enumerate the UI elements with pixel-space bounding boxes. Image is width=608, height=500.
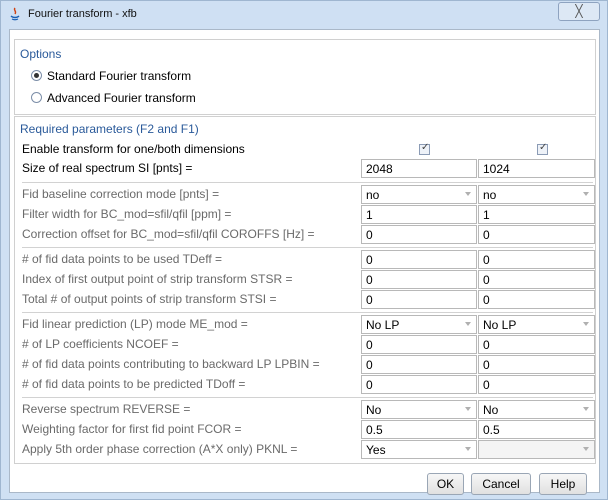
- dropdown-arrow-icon: [583, 407, 589, 411]
- param-row-stsi: Total # of output points of strip transf…: [22, 290, 595, 309]
- tdoff-f1-input[interactable]: 0: [478, 375, 595, 394]
- select-value: no: [366, 188, 380, 202]
- param-row-tdoff: # of fid data points to be predicted TDo…: [22, 375, 595, 394]
- separator: [22, 247, 593, 248]
- param-row-lpbin: # of fid data points contributing to bac…: [22, 355, 595, 374]
- select-value: Yes: [366, 443, 386, 457]
- param-label: # of LP coefficients NCOEF =: [22, 337, 179, 351]
- separator: [22, 397, 593, 398]
- lpbin-f2-input[interactable]: 0: [361, 355, 477, 374]
- fcor-f2-input[interactable]: 0.5: [361, 420, 477, 439]
- si-f2-input[interactable]: 2048: [361, 159, 477, 178]
- filter-width-f1-input[interactable]: 1: [478, 205, 595, 224]
- reverse-f1-select[interactable]: No: [478, 400, 595, 419]
- param-label: Fid baseline correction mode [pnts] =: [22, 187, 220, 201]
- stsi-f2-input[interactable]: 0: [361, 290, 477, 309]
- title-bar[interactable]: Fourier transform - xfb ╳: [1, 1, 607, 28]
- bc-mod-f2-select[interactable]: no: [361, 185, 477, 204]
- param-row-pknl: Apply 5th order phase correction (A*X on…: [22, 440, 595, 459]
- tdoff-f2-input[interactable]: 0: [361, 375, 477, 394]
- param-row-si: Size of real spectrum SI [pnts] = 2048 1…: [22, 159, 595, 178]
- close-button[interactable]: ╳: [558, 2, 600, 21]
- ncoef-f2-input[interactable]: 0: [361, 335, 477, 354]
- standard-ft-label[interactable]: Standard Fourier transform: [47, 69, 191, 83]
- standard-ft-radio[interactable]: [31, 70, 42, 81]
- dialog-window: Fourier transform - xfb ╳ Options Standa…: [0, 0, 608, 500]
- help-button[interactable]: Help: [539, 473, 587, 495]
- tdeff-f2-input[interactable]: 0: [361, 250, 477, 269]
- param-label: Index of first output point of strip tra…: [22, 272, 293, 286]
- select-value: No: [366, 403, 382, 417]
- parameters-heading: Required parameters (F2 and F1): [20, 122, 199, 136]
- me-mod-f1-select[interactable]: No LP: [478, 315, 595, 334]
- param-row-filter-width: Filter width for BC_mod=sfil/qfil [ppm] …: [22, 205, 595, 224]
- param-label: Fid linear prediction (LP) mode ME_mod =: [22, 317, 248, 331]
- dropdown-arrow-icon: [465, 192, 471, 196]
- stsr-f2-input[interactable]: 0: [361, 270, 477, 289]
- param-row-coroffs: Correction offset for BC_mod=sfil/qfil C…: [22, 225, 595, 244]
- param-row-fcor: Weighting factor for first fid point FCO…: [22, 420, 595, 439]
- param-label: Correction offset for BC_mod=sfil/qfil C…: [22, 227, 315, 241]
- window-title: Fourier transform - xfb: [28, 8, 137, 20]
- coroffs-f1-input[interactable]: 0: [478, 225, 595, 244]
- fcor-f1-input[interactable]: 0.5: [478, 420, 595, 439]
- param-row-reverse: Reverse spectrum REVERSE = No No: [22, 400, 595, 419]
- select-value: No LP: [366, 318, 400, 332]
- param-row-stsr: Index of first output point of strip tra…: [22, 270, 595, 289]
- enable-f1-checkbox[interactable]: [537, 142, 548, 155]
- pknl-f2-select[interactable]: Yes: [361, 440, 477, 459]
- pknl-f1-select[interactable]: [478, 440, 595, 459]
- ncoef-f1-input[interactable]: 0: [478, 335, 595, 354]
- stsi-f1-input[interactable]: 0: [478, 290, 595, 309]
- param-label: Apply 5th order phase correction (A*X on…: [22, 442, 298, 456]
- param-row-tdeff: # of fid data points to be used TDeff = …: [22, 250, 595, 269]
- select-value: No: [483, 403, 499, 417]
- param-label: Size of real spectrum SI [pnts] =: [22, 161, 193, 175]
- param-label: # of fid data points to be used TDeff =: [22, 252, 223, 266]
- reverse-f2-select[interactable]: No: [361, 400, 477, 419]
- param-label: # of fid data points to be predicted TDo…: [22, 377, 246, 391]
- dropdown-arrow-icon: [465, 322, 471, 326]
- si-f1-input[interactable]: 1024: [478, 159, 595, 178]
- dropdown-arrow-icon: [583, 447, 589, 451]
- param-label: Filter width for BC_mod=sfil/qfil [ppm] …: [22, 207, 232, 221]
- dropdown-arrow-icon: [583, 192, 589, 196]
- filter-width-f2-input[interactable]: 1: [361, 205, 477, 224]
- lpbin-f1-input[interactable]: 0: [478, 355, 595, 374]
- separator: [22, 182, 593, 183]
- enable-f2-checkbox[interactable]: [419, 142, 430, 155]
- stsr-f1-input[interactable]: 0: [478, 270, 595, 289]
- ok-button[interactable]: OK: [427, 473, 464, 495]
- dropdown-arrow-icon: [465, 447, 471, 451]
- param-label: Total # of output points of strip transf…: [22, 292, 277, 306]
- advanced-ft-radio[interactable]: [31, 92, 42, 103]
- dialog-content: Options Standard Fourier transform Advan…: [9, 29, 600, 495]
- select-value: no: [483, 188, 497, 202]
- close-icon: ╳: [575, 4, 583, 18]
- me-mod-f2-select[interactable]: No LP: [361, 315, 477, 334]
- java-app-icon: [10, 7, 20, 21]
- param-row-me-mod: Fid linear prediction (LP) mode ME_mod =…: [22, 315, 595, 334]
- dropdown-arrow-icon: [583, 322, 589, 326]
- tdeff-f1-input[interactable]: 0: [478, 250, 595, 269]
- options-heading: Options: [20, 47, 62, 61]
- select-value: No LP: [483, 318, 517, 332]
- param-row-ncoef: # of LP coefficients NCOEF = 0 0: [22, 335, 595, 354]
- enable-transform-row: Enable transform for one/both dimensions: [22, 140, 593, 159]
- separator: [22, 312, 593, 313]
- bc-mod-f1-select[interactable]: no: [478, 185, 595, 204]
- param-label: Weighting factor for first fid point FCO…: [22, 422, 242, 436]
- advanced-ft-label[interactable]: Advanced Fourier transform: [47, 91, 196, 105]
- coroffs-f2-input[interactable]: 0: [361, 225, 477, 244]
- param-label: Reverse spectrum REVERSE =: [22, 402, 191, 416]
- param-row-bc-mod: Fid baseline correction mode [pnts] = no…: [22, 185, 595, 204]
- enable-transform-label: Enable transform for one/both dimensions: [22, 142, 245, 156]
- dropdown-arrow-icon: [465, 407, 471, 411]
- param-label: # of fid data points contributing to bac…: [22, 357, 320, 371]
- cancel-button[interactable]: Cancel: [471, 473, 531, 495]
